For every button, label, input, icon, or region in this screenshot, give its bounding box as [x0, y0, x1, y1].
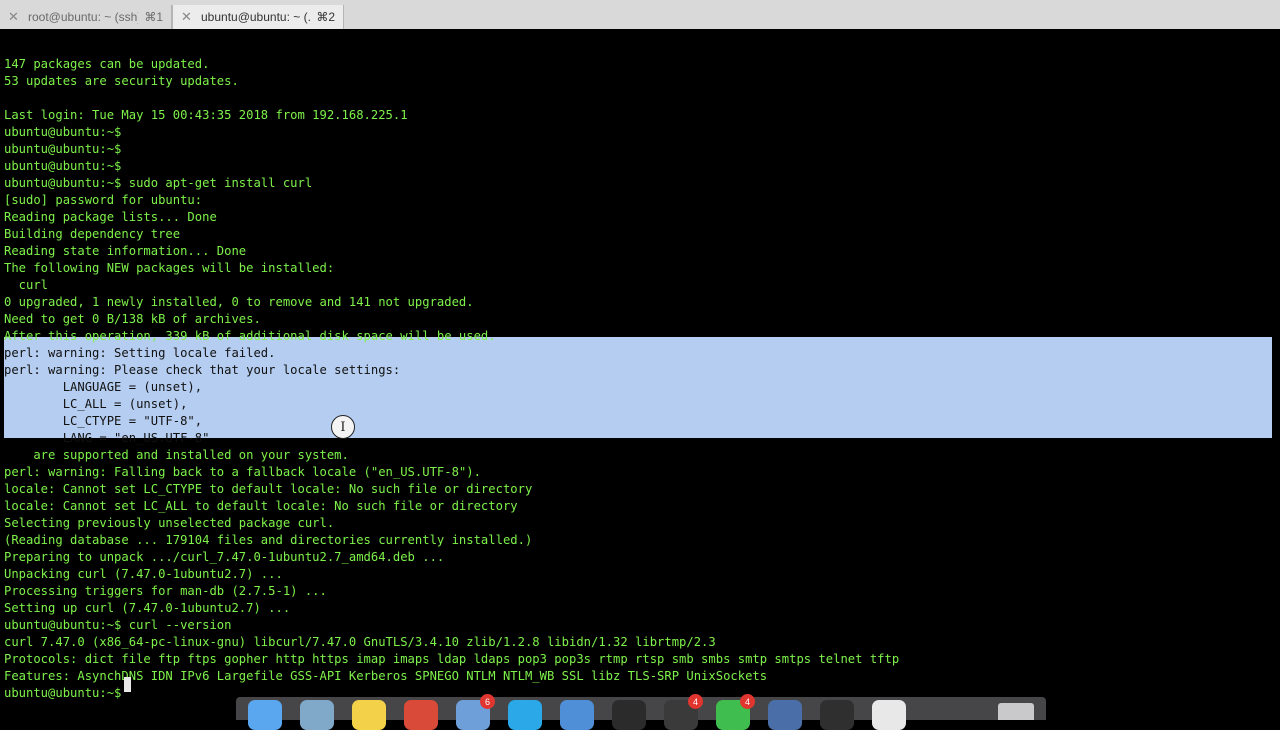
- tab-ubuntu[interactable]: ✕ ubuntu@ubuntu: ~ (... ⌘2: [172, 5, 344, 29]
- terminal-line: are supported and installed on your syst…: [4, 448, 349, 462]
- terminal-line: Unpacking curl (7.47.0-1ubuntu2.7) ...: [4, 567, 283, 581]
- close-icon[interactable]: ✕: [181, 9, 195, 25]
- terminal-line: LANGUAGE = (unset),: [4, 380, 203, 394]
- camera-icon[interactable]: 4: [664, 694, 703, 730]
- terminal-line: Last login: Tue May 15 00:43:35 2018 fro…: [4, 108, 408, 122]
- terminal-line: 0 upgraded, 1 newly installed, 0 to remo…: [4, 295, 474, 309]
- terminal-line: Processing triggers for man-db (2.7.5-1)…: [4, 584, 327, 598]
- terminal-line: Preparing to unpack .../curl_7.47.0-1ubu…: [4, 550, 445, 564]
- tab-root-ssh[interactable]: ✕ root@ubuntu: ~ (ssh) ⌘1: [0, 5, 172, 29]
- prompt-line: ubuntu@ubuntu:~$: [4, 159, 122, 173]
- terminal-line: Building dependency tree: [4, 227, 181, 241]
- finder-icon[interactable]: [248, 700, 282, 730]
- ibeam-cursor-icon: I: [331, 415, 355, 439]
- prompt-line: ubuntu@ubuntu:~$ curl --version: [4, 618, 232, 632]
- prompt-line: ubuntu@ubuntu:~$ sudo apt-get install cu…: [4, 176, 313, 190]
- tab-title: root@ubuntu: ~ (ssh): [28, 10, 139, 24]
- prompt-line: ubuntu@ubuntu:~$: [4, 125, 122, 139]
- close-icon[interactable]: ✕: [8, 9, 22, 25]
- trash-icon[interactable]: [998, 703, 1034, 720]
- terminal-icon[interactable]: [612, 700, 646, 730]
- terminal-line: curl 7.47.0 (x86_64-pc-linux-gnu) libcur…: [4, 635, 716, 649]
- terminal-line: locale: Cannot set LC_ALL to default loc…: [4, 499, 518, 513]
- prompt-line: ubuntu@ubuntu:~$: [4, 686, 122, 700]
- notification-badge: 4: [740, 694, 755, 709]
- terminal-line: [sudo] password for ubuntu:: [4, 193, 203, 207]
- terminal-line: LC_ALL = (unset),: [4, 397, 188, 411]
- terminal-line: Reading package lists... Done: [4, 210, 217, 224]
- tab-shortcut: ⌘2: [316, 10, 335, 24]
- terminal-line: Selecting previously unselected package …: [4, 516, 335, 530]
- notification-badge: 6: [480, 694, 495, 709]
- terminal-line: curl: [4, 278, 49, 292]
- terminal-line: Protocols: dict file ftp ftps gopher htt…: [4, 652, 900, 666]
- whatsapp-icon[interactable]: 4: [716, 694, 755, 730]
- terminal-line: LANG = "en_US.UTF-8": [4, 431, 210, 445]
- terminal-line: perl: warning: Falling back to a fallbac…: [4, 465, 481, 479]
- chrome-icon[interactable]: [404, 700, 438, 730]
- terminal-line: Need to get 0 B/138 kB of archives.: [4, 312, 261, 326]
- mail-icon[interactable]: 6: [456, 694, 495, 730]
- tab-title: ubuntu@ubuntu: ~ (...: [201, 10, 311, 24]
- terminal-line: Reading state information... Done: [4, 244, 247, 258]
- terminal-line: Setting up curl (7.47.0-1ubuntu2.7) ...: [4, 601, 291, 615]
- terminal-line: perl: warning: Please check that your lo…: [4, 363, 401, 377]
- terminal-line: After this operation, 339 kB of addition…: [4, 329, 496, 343]
- window-icon[interactable]: [820, 700, 854, 730]
- terminal-line: LC_CTYPE = "UTF-8",: [4, 414, 203, 428]
- terminal-line: 53 updates are security updates.: [4, 74, 239, 88]
- terminal-line: perl: warning: Setting locale failed.: [4, 346, 276, 360]
- terminal-line: Features: AsynchDNS IDN IPv6 Largefile G…: [4, 669, 768, 683]
- terminal-line: 147 packages can be updated.: [4, 57, 210, 71]
- folder-icon[interactable]: [560, 700, 594, 730]
- terminal-line: The following NEW packages will be insta…: [4, 261, 335, 275]
- document-icon[interactable]: [872, 700, 906, 730]
- terminal-output[interactable]: 147 packages can be updated. 53 updates a…: [0, 29, 1280, 720]
- notes-icon[interactable]: [352, 700, 386, 730]
- terminal-line: locale: Cannot set LC_CTYPE to default l…: [4, 482, 533, 496]
- terminal-line: (Reading database ... 179104 files and d…: [4, 533, 533, 547]
- tab-bar: ✕ root@ubuntu: ~ (ssh) ⌘1 ✕ ubuntu@ubunt…: [0, 0, 1280, 30]
- text-cursor: [124, 677, 131, 692]
- notification-badge: 4: [688, 694, 703, 709]
- safari-icon[interactable]: [300, 700, 334, 730]
- tab-shortcut: ⌘1: [144, 10, 163, 24]
- dock: 6 4 4: [236, 694, 1046, 730]
- app-icon[interactable]: [768, 700, 802, 730]
- skype-icon[interactable]: [508, 700, 542, 730]
- prompt-line: ubuntu@ubuntu:~$: [4, 142, 122, 156]
